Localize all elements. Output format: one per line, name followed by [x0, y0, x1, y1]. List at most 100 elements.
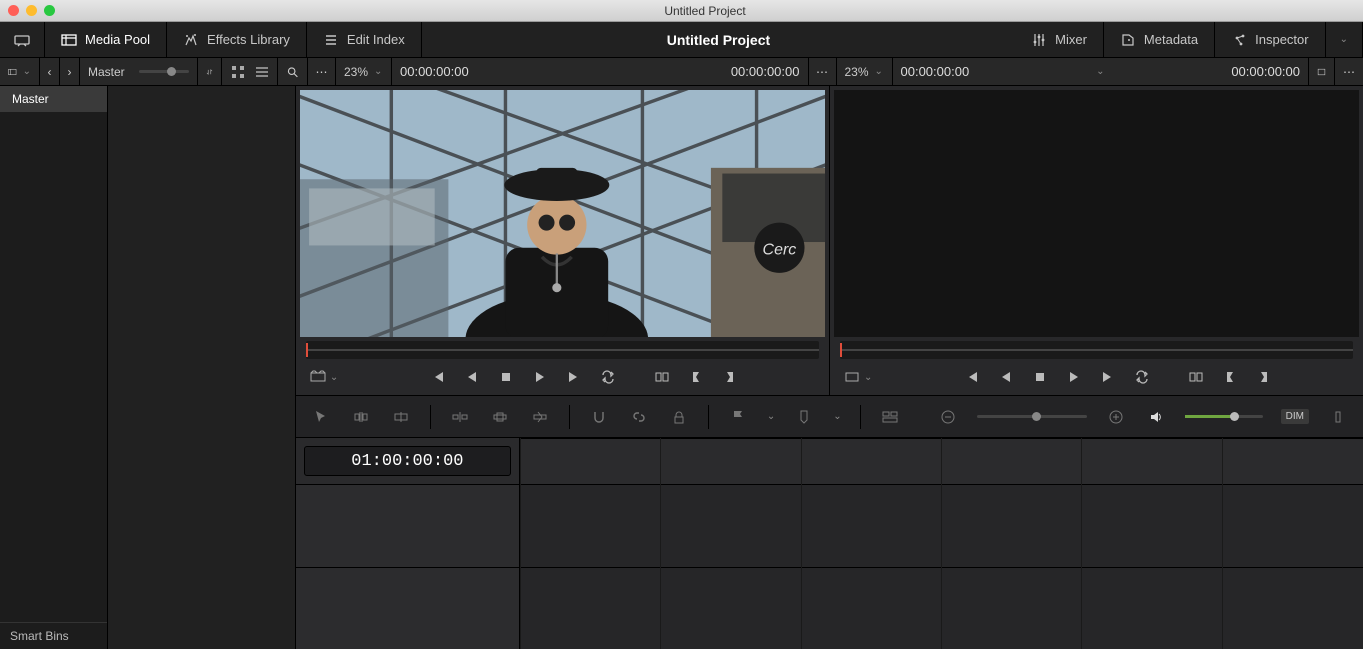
list-view-icon[interactable] [254, 62, 270, 82]
program-sequence-area[interactable]: 00:00:00:00 ⌄ 00:00:00:00 [893, 58, 1310, 85]
source-mode-dropdown[interactable]: ⌄ [296, 369, 338, 385]
source-stop-button[interactable] [494, 365, 518, 389]
source-scrub-bar[interactable] [306, 341, 819, 359]
nav-back-button[interactable]: ‹ [40, 58, 60, 85]
mixer-label: Mixer [1055, 32, 1087, 47]
maximize-window-button[interactable] [44, 5, 55, 16]
source-viewer-canvas[interactable]: Cerc [300, 90, 825, 337]
browser-toolbar: ⌄ ‹ › Master ⋯ 23%⌄ 00:00:00:00 00:00:00… [0, 58, 1363, 86]
source-play-button[interactable] [528, 365, 552, 389]
insert-clip-icon[interactable] [449, 406, 471, 428]
volume-slider[interactable] [1185, 415, 1263, 418]
sidebar-item-master[interactable]: Master [0, 86, 107, 112]
search-icon [286, 64, 299, 80]
program-first-frame-button[interactable] [960, 365, 984, 389]
metadata-button[interactable]: Metadata [1104, 22, 1215, 57]
edit-index-label: Edit Index [347, 32, 405, 47]
sort-toggle[interactable] [198, 58, 222, 85]
blade-tool-icon[interactable] [390, 406, 412, 428]
program-mark-out-button[interactable] [1252, 365, 1276, 389]
minimize-window-button[interactable] [26, 5, 37, 16]
source-options-button[interactable]: ⋯ [809, 58, 837, 85]
timeline-panel: 01:00:00:00 [296, 438, 1363, 649]
window-title: Untitled Project [55, 4, 1355, 18]
thumbnail-size-slider[interactable] [139, 70, 189, 73]
program-options-button[interactable]: ⋯ [1335, 58, 1363, 85]
link-icon[interactable] [628, 406, 650, 428]
effects-library-button[interactable]: Effects Library [167, 22, 307, 57]
dim-button[interactable]: DIM [1281, 409, 1309, 424]
browser-options-button[interactable]: ⋯ [308, 58, 336, 85]
expand-toolbar-button[interactable]: ⌄ [1326, 22, 1363, 57]
zoom-in-icon[interactable] [1105, 406, 1127, 428]
program-zoom-value: 23% [845, 65, 869, 79]
program-reverse-play-button[interactable] [994, 365, 1018, 389]
source-loop-button[interactable] [596, 365, 620, 389]
titlebar: Untitled Project [0, 0, 1363, 22]
sidebar-toggle[interactable]: ⌄ [0, 58, 40, 85]
trim-tool-icon[interactable] [350, 406, 372, 428]
program-sequence-timecode: 00:00:00:00 [901, 64, 970, 79]
source-last-frame-button[interactable] [562, 365, 586, 389]
program-scrub-bar[interactable] [840, 341, 1353, 359]
workspace-icon[interactable] [0, 22, 45, 57]
source-clip-name-area[interactable]: 00:00:00:00 00:00:00:00 [392, 58, 809, 85]
grid-view-icon[interactable] [230, 62, 246, 82]
flag-dropdown[interactable]: ⌄ [767, 411, 775, 422]
program-play-button[interactable] [1062, 365, 1086, 389]
nav-forward-button[interactable]: › [60, 58, 80, 85]
source-reverse-play-button[interactable] [460, 365, 484, 389]
program-zoom-dropdown[interactable]: 23%⌄ [837, 58, 893, 85]
svg-text:Cerc: Cerc [762, 242, 796, 259]
selection-tool-icon[interactable] [310, 406, 332, 428]
lock-icon[interactable] [668, 406, 690, 428]
edit-index-button[interactable]: Edit Index [307, 22, 422, 57]
marker-icon[interactable] [793, 406, 815, 428]
snap-icon[interactable] [588, 406, 610, 428]
flag-icon[interactable] [727, 406, 749, 428]
timeline-toolstrip: ⌄ ⌄ DIM [296, 396, 1363, 438]
program-loop-button[interactable] [1130, 365, 1154, 389]
bin-path[interactable]: Master [80, 58, 198, 85]
source-mark-out-button[interactable] [718, 365, 742, 389]
timeline-zoom-slider[interactable] [977, 415, 1087, 418]
volume-icon[interactable] [1145, 406, 1167, 428]
program-viewer-canvas[interactable] [834, 90, 1359, 337]
smart-bins-header[interactable]: Smart Bins [0, 622, 107, 649]
video-track-header[interactable] [296, 484, 519, 567]
search-button[interactable] [278, 58, 308, 85]
program-viewer: ⌄ [829, 86, 1363, 395]
overwrite-clip-icon[interactable] [489, 406, 511, 428]
bin-path-label: Master [88, 65, 125, 79]
source-match-frame-button[interactable] [650, 365, 674, 389]
mute-icon[interactable] [1327, 406, 1349, 428]
safe-area-button[interactable] [1309, 58, 1335, 85]
timeline-grid[interactable] [520, 438, 1363, 649]
program-match-frame-button[interactable] [1184, 365, 1208, 389]
source-mark-in-button[interactable] [684, 365, 708, 389]
zoom-out-icon[interactable] [937, 406, 959, 428]
media-pool-button[interactable]: Media Pool [45, 22, 167, 57]
inspector-label: Inspector [1255, 32, 1308, 47]
source-viewer: Cerc [296, 86, 829, 395]
audio-track-header[interactable] [296, 567, 519, 649]
source-position-timecode: 00:00:00:00 [731, 64, 800, 79]
program-last-frame-button[interactable] [1096, 365, 1120, 389]
marker-dropdown[interactable]: ⌄ [833, 411, 841, 422]
program-mark-in-button[interactable] [1218, 365, 1242, 389]
source-zoom-dropdown[interactable]: 23%⌄ [336, 58, 392, 85]
replace-clip-icon[interactable] [529, 406, 551, 428]
close-window-button[interactable] [8, 5, 19, 16]
project-title: Untitled Project [422, 32, 1015, 48]
program-mode-dropdown[interactable]: ⌄ [830, 369, 872, 385]
timeline-timecode-display[interactable]: 01:00:00:00 [304, 446, 511, 476]
source-first-frame-button[interactable] [426, 365, 450, 389]
source-zoom-value: 23% [344, 65, 368, 79]
source-clip-timecode: 00:00:00:00 [400, 64, 469, 79]
inspector-button[interactable]: Inspector [1215, 22, 1325, 57]
media-pool-panel[interactable] [108, 86, 295, 649]
timeline-view-icon[interactable] [879, 406, 901, 428]
program-stop-button[interactable] [1028, 365, 1052, 389]
main-toolbar: Media Pool Effects Library Edit Index Un… [0, 22, 1363, 58]
mixer-button[interactable]: Mixer [1015, 22, 1104, 57]
